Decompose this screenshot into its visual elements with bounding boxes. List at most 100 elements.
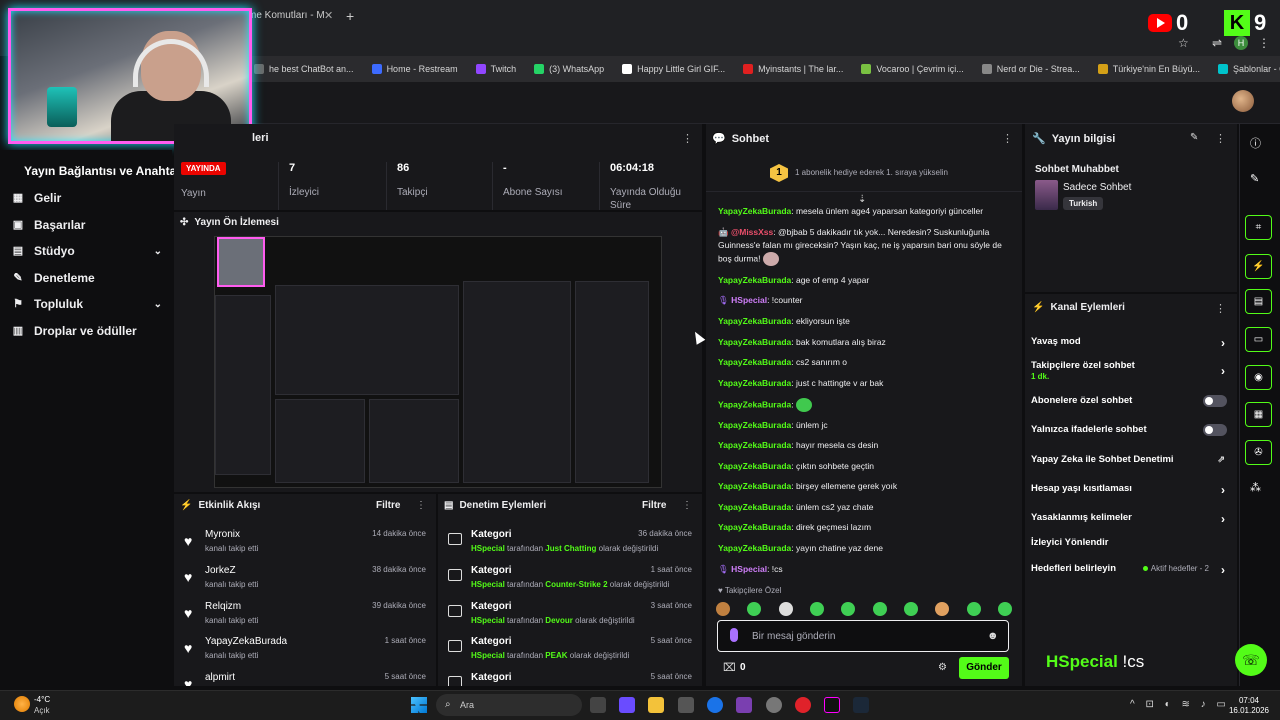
activity-user[interactable]: YapayZekaBurada	[205, 636, 287, 647]
chat-username[interactable]: YapayZekaBurada	[718, 206, 791, 216]
mod-actor[interactable]: HSpecial	[471, 544, 505, 553]
more-icon[interactable]: ⋮	[1215, 302, 1226, 315]
sidebar-item-drops[interactable]: ▥ Droplar ve ödüller	[12, 324, 162, 338]
bookmark-item[interactable]: he best ChatBot an...	[254, 64, 354, 74]
gift-icon[interactable]: ⌧	[723, 661, 736, 674]
bookmark-item[interactable]: Türkiye'nin En Büyü...	[1097, 64, 1200, 74]
chevron-down-icon[interactable]: ⌄	[154, 299, 162, 310]
help-button[interactable]: ☏	[1235, 644, 1267, 676]
emote-only-toggle[interactable]	[1203, 424, 1227, 436]
moderation-filter-button[interactable]: Filtre	[642, 500, 666, 511]
edit-icon[interactable]: ✎	[1250, 172, 1259, 185]
bookmark-item[interactable]: Myinstants | The lar...	[743, 64, 843, 74]
bookmark-item[interactable]: Nerd or Die - Strea...	[981, 64, 1080, 74]
chat-username[interactable]: YapayZekaBurada	[718, 275, 791, 285]
emote-icon[interactable]	[903, 602, 918, 616]
obs-icon[interactable]	[766, 697, 782, 713]
close-icon[interactable]: ✕	[324, 4, 340, 28]
chat-username[interactable]: YapayZekaBurada	[718, 378, 791, 388]
chat-username[interactable]: YapayZekaBurada	[718, 440, 791, 450]
activity-user[interactable]: alpmirt	[205, 672, 235, 683]
wrench-icon[interactable]: ✇	[1245, 440, 1272, 465]
sidebar-item-stream-key[interactable]: Yayın Bağlantısı ve Anahtarı	[24, 164, 184, 178]
bookmark-item[interactable]: Şablonlar - Canva	[1218, 64, 1280, 74]
goals-row[interactable]: Hedefleri belirleyin Aktif hedefler - 2 ›	[1031, 563, 1229, 577]
chat-username[interactable]: YapayZekaBurada	[718, 420, 791, 430]
followers-only-row[interactable]: Takipçilere özel sohbet 1 dk. ›	[1031, 360, 1229, 381]
extensions-icon[interactable]: ⇌	[1212, 36, 1222, 50]
emote-icon[interactable]	[872, 602, 887, 616]
edit-icon[interactable]: ✎	[1190, 132, 1198, 143]
emote-icon[interactable]	[997, 602, 1012, 616]
more-icon[interactable]: ⋮	[1215, 132, 1226, 145]
gear-icon[interactable]: ⚙	[938, 662, 947, 673]
share-icon[interactable]: ⁂	[1250, 481, 1261, 494]
stream-category[interactable]: Sadece Sohbet	[1063, 182, 1131, 193]
new-tab-button[interactable]: +	[346, 4, 362, 28]
chat-username[interactable]: YapayZekaBurada	[718, 522, 791, 532]
file-explorer-icon[interactable]	[648, 697, 664, 713]
avatar[interactable]	[1232, 90, 1254, 112]
subscribers-only-toggle[interactable]	[1203, 395, 1227, 407]
mod-actor[interactable]: HSpecial	[471, 651, 505, 660]
bookmark-item[interactable]: Happy Little Girl GIF...	[622, 64, 725, 74]
chat-username[interactable]: YapayZekaBurada	[718, 337, 791, 347]
app-icon[interactable]	[736, 697, 752, 713]
banned-words-row[interactable]: Yasaklanmış kelimeler ›	[1031, 512, 1229, 526]
ai-moderation-row[interactable]: Yapay Zeka ile Sohbet Denetimi ⇗	[1031, 454, 1229, 465]
mic-icon[interactable]	[730, 628, 738, 642]
emote-icon[interactable]	[809, 602, 824, 616]
send-button[interactable]: Gönder	[959, 657, 1009, 679]
store-icon[interactable]	[678, 697, 694, 713]
more-icon[interactable]: ⋮	[1002, 132, 1013, 145]
sidebar-item-moderation[interactable]: ✎ Denetleme	[12, 271, 162, 285]
activity-user[interactable]: Relqizm	[205, 601, 241, 612]
chat-username[interactable]: YapayZekaBurada	[718, 481, 791, 491]
tiktok-icon[interactable]	[824, 697, 840, 713]
bookmark-item[interactable]: Twitch	[475, 64, 516, 74]
clock-date[interactable]: 16.01.2026	[1224, 706, 1274, 715]
clock-time[interactable]: 07:04	[1224, 696, 1274, 705]
sidebar-item-achievements[interactable]: ▣ Başarılar	[12, 218, 162, 232]
chat-username[interactable]: YapayZekaBurada	[718, 316, 791, 326]
emote-icon[interactable]	[966, 602, 981, 616]
activity-filter-button[interactable]: Filtre	[376, 500, 400, 511]
chat-username[interactable]: YapayZekaBurada	[718, 502, 791, 512]
weather-icon[interactable]	[14, 696, 30, 712]
activity-user[interactable]: JorkeZ	[205, 565, 236, 576]
mod-actor[interactable]: HSpecial	[471, 616, 505, 625]
emote-icon[interactable]	[747, 602, 762, 616]
browser-menu-icon[interactable]: ⋮	[1258, 36, 1270, 50]
document-icon[interactable]: ▤	[1245, 289, 1272, 314]
chevron-down-icon[interactable]: ⌄	[154, 246, 162, 257]
stream-preview-video[interactable]	[214, 236, 662, 488]
more-icon[interactable]: ⋮	[416, 500, 426, 511]
opera-icon[interactable]	[795, 697, 811, 713]
profile-chip[interactable]: H	[1234, 36, 1248, 50]
star-icon[interactable]: ☆	[1178, 36, 1189, 50]
activity-user[interactable]: Myronix	[205, 529, 240, 540]
account-age-row[interactable]: Hesap yaşı kısıtlaması ›	[1031, 483, 1229, 497]
bookmark-item[interactable]: Home - Restream	[371, 64, 458, 74]
bookmark-item[interactable]: Vocaroo | Çevrim içi...	[861, 64, 964, 74]
emote-icon[interactable]	[841, 602, 856, 616]
layout-icon[interactable]: ▦	[1245, 402, 1272, 427]
copilot-icon[interactable]	[619, 697, 635, 713]
taskbar-search[interactable]	[436, 694, 582, 716]
emote-icon[interactable]	[778, 602, 793, 616]
slow-mode-row[interactable]: Yavaş mod ›	[1031, 336, 1229, 350]
task-view-icon[interactable]	[590, 697, 606, 713]
sidebar-item-community[interactable]: ⚑ Topluluk ⌄	[12, 297, 162, 311]
chat-username[interactable]: YapayZekaBurada	[718, 399, 791, 409]
chat-username[interactable]: YapayZekaBurada	[718, 461, 791, 471]
sidebar-item-studio[interactable]: ▤ Stüdyo ⌄	[12, 244, 162, 258]
more-icon[interactable]: ⋮	[682, 500, 692, 511]
steam-icon[interactable]	[853, 697, 869, 713]
chat-username[interactable]: YapayZekaBurada	[718, 357, 791, 367]
chrome-icon[interactable]	[707, 697, 723, 713]
bookmark-item[interactable]: (3) WhatsApp	[534, 64, 604, 74]
emoji-picker-icon[interactable]: ☻	[987, 630, 999, 642]
chat-icon[interactable]: ▭	[1245, 327, 1272, 352]
info-icon[interactable]: ⓘ	[1250, 135, 1261, 151]
emote-icon[interactable]	[716, 602, 730, 616]
